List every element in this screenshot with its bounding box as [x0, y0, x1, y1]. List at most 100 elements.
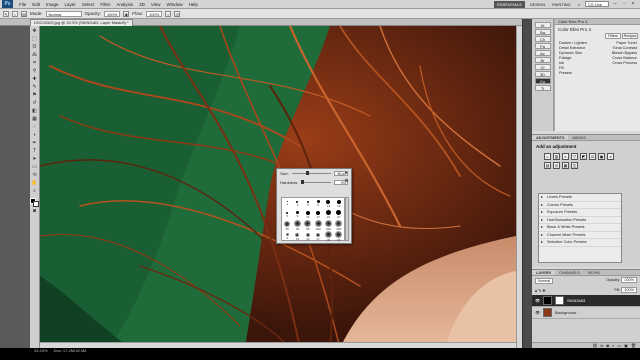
brush-preset-item[interactable]: 65: [303, 220, 313, 231]
collapsed-panel-button[interactable]: Cl: [534, 64, 551, 70]
brush-preset-item[interactable]: 19: [303, 231, 313, 242]
collapsed-panel-button[interactable]: Ch: [534, 36, 551, 42]
adjustment-icon[interactable]: ◐: [562, 153, 569, 160]
brush-preset-item[interactable]: 5: [303, 198, 313, 209]
flow-field[interactable]: 100%: [146, 10, 163, 17]
adjustment-preset-item[interactable]: Levels Presets: [539, 194, 621, 202]
brush-preset-item[interactable]: 9: [282, 231, 292, 242]
adjustment-preset-item[interactable]: Black & White Presets: [539, 224, 621, 232]
pressure-size-icon[interactable]: ◎: [174, 10, 181, 17]
layer-style-icon[interactable]: fx: [600, 343, 603, 348]
brush-preset-item[interactable]: 3: [292, 198, 302, 209]
visibility-eye-icon[interactable]: 👁︎: [535, 310, 540, 315]
adjustment-icon[interactable]: ☼: [544, 153, 551, 160]
new-layer-icon[interactable]: ▣: [624, 343, 628, 348]
adjustment-icon[interactable]: ⚖: [589, 153, 596, 160]
brush-preset-picker[interactable]: •: [12, 10, 18, 17]
hardness-slider[interactable]: [301, 180, 331, 184]
quick-select-tool-icon[interactable]: ⁂: [31, 52, 39, 59]
new-adjustment-icon[interactable]: ◐: [612, 343, 614, 348]
add-mask-icon[interactable]: ◙: [607, 343, 609, 348]
hardness-slider-knob[interactable]: [301, 180, 305, 184]
delete-layer-icon[interactable]: 🗑︎: [631, 343, 636, 348]
hand-tool-icon[interactable]: ✋: [31, 180, 39, 187]
brush-tool-icon[interactable]: ✎: [3, 10, 9, 17]
pressure-opacity-icon[interactable]: ◉: [123, 10, 130, 17]
zoom-tool-icon[interactable]: ⌕: [31, 188, 39, 195]
adjustment-preset-item[interactable]: Exposure Presets: [539, 209, 621, 217]
tab-masks[interactable]: MASKS: [568, 135, 589, 140]
tab-layers[interactable]: LAYERS: [532, 270, 556, 275]
airbrush-icon[interactable]: ≈: [165, 10, 172, 17]
brush-preset-item[interactable]: 9: [292, 209, 302, 220]
move-tool-icon[interactable]: ✥: [31, 28, 39, 35]
adjustment-icon[interactable]: ◎: [553, 162, 560, 169]
document-tab[interactable]: DSC03329.jpg @ 33.3% (SKIN3463, Layer Ma…: [30, 19, 133, 26]
adjustment-icon[interactable]: ◑: [607, 153, 614, 160]
color-efex-filter[interactable]: Cross Process: [612, 61, 637, 66]
marquee-tool-icon[interactable]: ⬚: [31, 36, 39, 43]
menu-select[interactable]: Select: [79, 2, 98, 7]
brush-preset-item[interactable]: 19: [334, 198, 344, 209]
more-workspaces-icon[interactable]: »: [576, 2, 582, 7]
path-select-tool-icon[interactable]: ➤: [31, 156, 39, 163]
adjustment-icon[interactable]: ▤: [544, 162, 551, 169]
tab-channels[interactable]: CHANNELS: [555, 270, 584, 275]
brush-preset-item[interactable]: 35: [282, 220, 292, 231]
brush-preset-item[interactable]: 300: [334, 220, 344, 231]
brush-preset-item[interactable]: 17: [313, 231, 323, 242]
collapsed-panel-button[interactable]: Pa: [534, 43, 551, 49]
blend-mode-select[interactable]: Normal: [535, 278, 554, 284]
color-swatches[interactable]: [30, 198, 39, 207]
collapsed-panel-button[interactable]: Br: [534, 57, 551, 63]
collapsed-panel-button[interactable]: Ac: [534, 50, 551, 56]
menu-file[interactable]: File: [16, 2, 29, 7]
layer-mask-thumbnail[interactable]: [555, 296, 564, 305]
clone-stamp-tool-icon[interactable]: ⚑: [31, 92, 39, 99]
link-layers-icon[interactable]: ⛓: [592, 343, 597, 348]
adjustment-icon[interactable]: ▣: [598, 153, 605, 160]
shape-tool-icon[interactable]: ▭: [31, 164, 39, 171]
eraser-tool-icon[interactable]: ◧: [31, 108, 39, 115]
filters-button[interactable]: Filters: [605, 33, 621, 39]
size-slider[interactable]: [291, 171, 331, 175]
visibility-eye-icon[interactable]: 👁︎: [535, 298, 540, 303]
doc-size-readout[interactable]: Doc: 17.2M/18.3M: [54, 348, 87, 354]
adjustment-icon[interactable]: ▦: [562, 162, 569, 169]
crop-tool-icon[interactable]: ⌗: [31, 60, 39, 67]
adjustment-preset-item[interactable]: Hue/Saturation Presets: [539, 217, 621, 224]
adjustment-preset-item[interactable]: Curves Presets: [539, 202, 621, 209]
gradient-tool-icon[interactable]: ▦: [31, 116, 39, 123]
adjustment-icon[interactable]: ▥: [553, 153, 560, 160]
layer-row[interactable]: 👁︎ SKIN3463: [532, 295, 640, 307]
brush-preset-item[interactable]: 9: [313, 198, 323, 209]
brush-preset-item[interactable]: 21: [323, 209, 333, 220]
menu-filter[interactable]: Filter: [97, 2, 113, 7]
new-group-icon[interactable]: ▭: [617, 343, 621, 348]
brush-preset-item[interactable]: 13: [303, 209, 313, 220]
3d-rotate-tool-icon[interactable]: ⟲: [31, 172, 39, 179]
dodge-tool-icon[interactable]: ◖: [31, 132, 39, 139]
new-preset-icon[interactable]: ⊕: [344, 179, 349, 184]
mode-select[interactable]: Normal: [45, 10, 82, 17]
history-brush-tool-icon[interactable]: ↺: [31, 100, 39, 107]
menu-3d[interactable]: 3D: [136, 2, 148, 7]
adjustment-icon[interactable]: ▽: [571, 153, 578, 160]
adjustment-preset-item[interactable]: Selective Color Presets: [539, 239, 621, 247]
brush-preset-item[interactable]: 100: [313, 220, 323, 231]
brush-preset-item[interactable]: 27: [334, 209, 344, 220]
healing-brush-tool-icon[interactable]: ✚: [31, 76, 39, 83]
adjustment-icon[interactable]: ◩: [580, 153, 587, 160]
opacity-field[interactable]: 100%: [104, 10, 121, 17]
menu-analysis[interactable]: Analysis: [113, 2, 136, 7]
type-tool-icon[interactable]: T: [31, 148, 39, 155]
layer-fill-field[interactable]: 100%: [621, 287, 637, 293]
minimize-icon[interactable]: –: [612, 1, 618, 7]
brush-preset-item[interactable]: 45: [292, 220, 302, 231]
recipes-button[interactable]: Recipes: [622, 33, 638, 39]
brush-preset-item[interactable]: 13: [323, 198, 333, 209]
blur-tool-icon[interactable]: ◌: [31, 124, 39, 131]
brush-preset-item[interactable]: 13: [292, 231, 302, 242]
brush-preset-item[interactable]: 17: [313, 209, 323, 220]
pen-tool-icon[interactable]: ✒: [31, 140, 39, 147]
